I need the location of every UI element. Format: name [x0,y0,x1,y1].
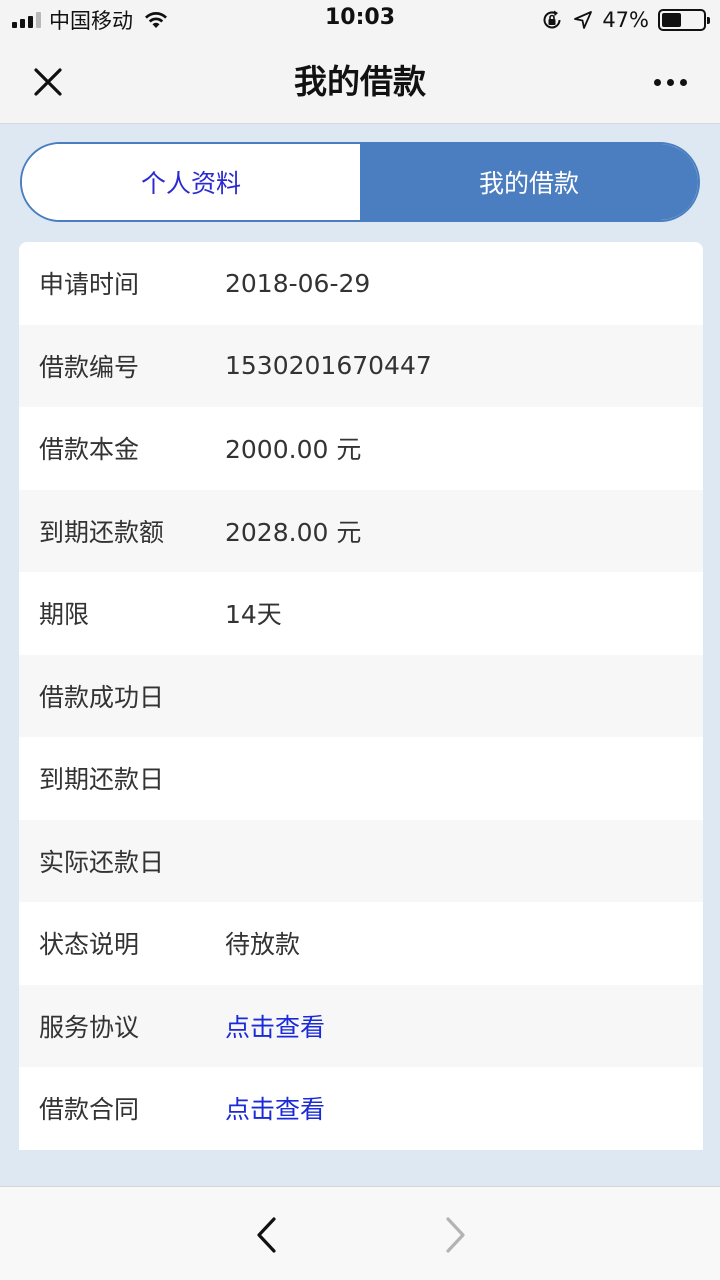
segmented-tabs: 个人资料 我的借款 [20,142,700,222]
chevron-right-icon [446,1217,465,1253]
row-label: 到期还款额 [39,517,165,547]
row-apply-date: 申请时间 2018-06-29 [19,242,703,325]
row-repayment-amount: 到期还款额 2028.00 元 [19,489,703,572]
more-icon-dot [653,78,661,86]
bottom-nav-bar [0,1186,720,1280]
battery-fill [662,13,681,27]
row-value: 2000.00 元 [225,435,362,465]
row-label: 到期还款日 [39,765,165,795]
row-label: 借款合同 [39,1095,140,1125]
row-service-agreement: 服务协议 点击查看 [19,984,703,1067]
loan-detail-card: 申请时间 2018-06-29 借款编号 1530201670447 借款本金 … [19,242,703,1150]
more-icon-dot [666,78,674,86]
row-loan-number: 借款编号 1530201670447 [19,324,703,407]
service-agreement-link[interactable]: 点击查看 [225,1008,325,1044]
status-bar: 中国移动 10:03 47% [0,0,720,40]
row-label: 实际还款日 [39,847,165,877]
more-icon-dot [679,78,687,86]
chevron-left-icon [257,1217,276,1253]
row-label: 申请时间 [39,270,140,300]
page-title: 我的借款 [294,62,426,101]
row-label: 借款编号 [39,352,140,382]
row-loan-contract: 借款合同 点击查看 [19,1067,703,1150]
close-icon [34,68,62,96]
more-button[interactable] [642,60,698,104]
row-value: 2028.00 元 [225,517,362,547]
row-value: 14天 [225,600,282,630]
row-value: 1530201670447 [225,351,432,381]
nav-bar: 我的借款 [0,40,720,124]
battery-icon [658,9,710,31]
row-label: 借款成功日 [39,682,165,712]
row-value: 2018-06-29 [225,268,371,298]
forward-button[interactable] [436,1213,476,1257]
status-value: 待放款 [225,930,301,960]
back-button[interactable] [246,1213,286,1257]
row-success-date: 借款成功日 [19,654,703,737]
row-status: 状态说明 待放款 [19,902,703,985]
row-label: 状态说明 [39,930,140,960]
rotation-lock-icon [543,10,561,29]
tab-profile[interactable]: 个人资料 [22,144,360,220]
close-button[interactable] [24,60,72,104]
row-principal: 借款本金 2000.00 元 [19,407,703,490]
row-label: 服务协议 [39,1012,140,1042]
row-label: 借款本金 [39,435,140,465]
row-label: 期限 [39,600,90,630]
status-right: 47% [540,6,710,34]
loan-contract-link[interactable]: 点击查看 [225,1090,325,1126]
location-arrow-icon [574,11,593,29]
row-actual-repay-date: 实际还款日 [19,819,703,902]
tab-my-loans[interactable]: 我的借款 [360,144,698,220]
row-term: 期限 14天 [19,572,703,655]
battery-percent: 47% [602,8,649,32]
row-due-date: 到期还款日 [19,737,703,820]
